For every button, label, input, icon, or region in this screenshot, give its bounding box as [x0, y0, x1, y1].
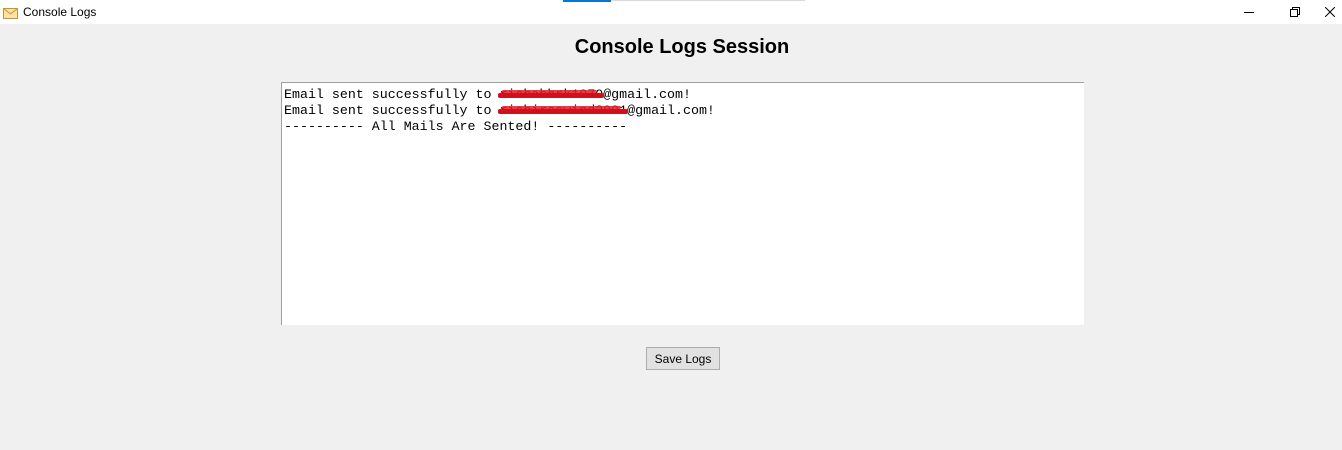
envelope-icon [3, 6, 18, 19]
console-logs-window: Console Logs Console Logs Session Email … [0, 0, 1342, 450]
close-icon [1325, 7, 1335, 17]
log-line: Email sent successfully to rishabhrk1070… [284, 87, 1084, 103]
redaction-mark [498, 109, 629, 114]
close-button[interactable] [1318, 0, 1342, 24]
minimize-icon [1244, 7, 1254, 17]
redacted-email-user: rishabhrk1070 [498, 87, 605, 103]
redacted-email-user: rishiraswind2001 [498, 103, 629, 119]
restore-button[interactable] [1272, 0, 1318, 24]
log-line-suffix: @gmail.com! [603, 87, 691, 102]
minimize-button[interactable] [1226, 0, 1272, 24]
log-line: ---------- All Mails Are Sented! -------… [284, 119, 628, 134]
log-text-area[interactable]: Email sent successfully to rishabhrk1070… [281, 82, 1084, 325]
taskbar-divider [611, 0, 805, 1]
log-line-prefix: Email sent successfully to [284, 87, 500, 102]
window-title: Console Logs [23, 5, 97, 19]
title-bar[interactable]: Console Logs [0, 0, 1342, 24]
log-line-suffix: @gmail.com! [627, 103, 715, 118]
save-logs-button[interactable]: Save Logs [646, 347, 720, 370]
page-title: Console Logs Session [574, 36, 790, 58]
log-line-prefix: Email sent successfully to [284, 103, 500, 118]
restore-icon [1290, 7, 1300, 17]
redaction-mark [502, 106, 622, 109]
log-line: Email sent successfully to rishiraswind2… [284, 103, 1084, 119]
redaction-mark [502, 90, 598, 93]
taskbar-accent [563, 0, 611, 2]
redaction-mark [498, 93, 605, 98]
